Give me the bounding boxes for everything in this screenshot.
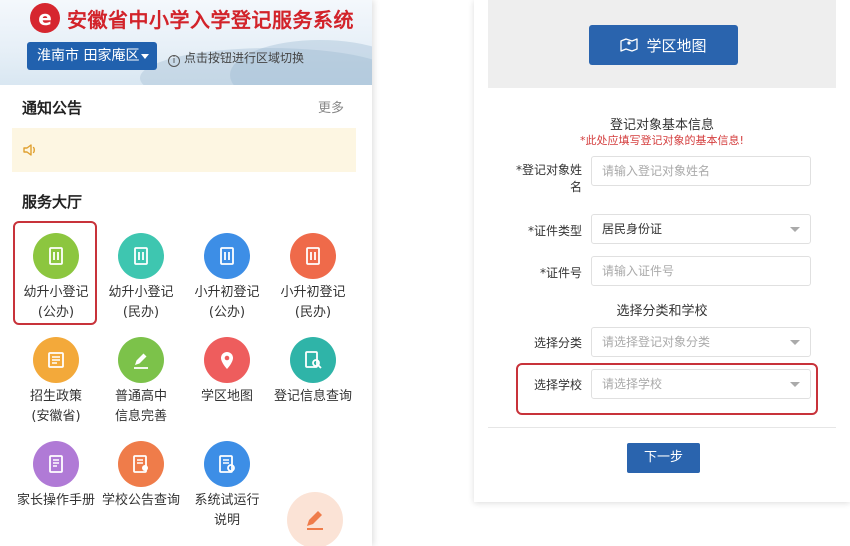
region-select-button[interactable]: 淮南市 田家庵区 bbox=[27, 42, 157, 70]
name-input[interactable]: 请输入登记对象姓名 bbox=[591, 156, 811, 186]
pencil-icon bbox=[118, 337, 164, 383]
region-tip-text: 点击按钮进行区域切换 bbox=[184, 51, 305, 65]
service-tile-label: 小升初登记 (公办) bbox=[184, 283, 270, 323]
id-number-input[interactable]: 请输入证件号 bbox=[591, 256, 811, 286]
app-logo-icon: e bbox=[30, 3, 60, 33]
id-type-label: *证件类型 bbox=[527, 224, 582, 238]
map-panel: 学区地图 bbox=[488, 0, 836, 88]
region-switch-tip: i 点击按钮进行区域切换 bbox=[168, 49, 304, 67]
service-tile-label-line1: 系统试运行 bbox=[194, 493, 260, 508]
service-tile-label: 招生政策 (安徽省) bbox=[13, 387, 99, 427]
id-type-value: 居民身份证 bbox=[602, 222, 663, 236]
id-number-label: *证件号 bbox=[539, 266, 582, 280]
registration-form: 登记对象基本信息 *此处应填写登记对象的基本信息! *登记对象姓 名 请输入登记… bbox=[488, 104, 836, 434]
service-hall-title: 服务大厅 bbox=[22, 193, 83, 211]
service-tile-label: 普通高中 信息完善 bbox=[98, 387, 184, 427]
book-icon bbox=[204, 233, 250, 279]
region-select-label: 淮南市 田家庵区 bbox=[37, 48, 140, 64]
service-tile-label: 学区地图 bbox=[184, 387, 270, 407]
book-icon bbox=[118, 233, 164, 279]
service-tile[interactable]: 学区地图 bbox=[184, 325, 270, 429]
settings-doc-icon bbox=[204, 441, 250, 487]
service-tile-label: 系统试运行 说明 bbox=[184, 491, 270, 531]
category-section-title: 选择分类和学校 bbox=[616, 304, 708, 319]
service-tile-label-line2: (公办) bbox=[208, 305, 246, 320]
district-map-label: 学区地图 bbox=[646, 36, 707, 55]
chevron-down-icon bbox=[141, 54, 149, 59]
floating-edit-button[interactable] bbox=[287, 492, 343, 546]
notice-more-link[interactable]: 更多 bbox=[318, 97, 344, 116]
service-tile[interactable]: 小升初登记 (公办) bbox=[184, 221, 270, 325]
book-icon bbox=[290, 233, 336, 279]
left-phone-screen: e 安徽省中小学入学登记服务系统 淮南市 田家庵区 i 点击按钮进行区域切换 通知… bbox=[0, 0, 372, 546]
search-doc-icon bbox=[290, 337, 336, 383]
info-icon: i bbox=[168, 55, 180, 67]
chevron-down-icon bbox=[790, 227, 800, 232]
service-tile-label-line2: (安徽省) bbox=[31, 409, 81, 424]
notice-doc-icon bbox=[118, 441, 164, 487]
service-tile-label-line1: 幼升小登记 bbox=[108, 285, 174, 300]
service-tile-label-line1: 学校公告查询 bbox=[101, 493, 180, 508]
pencil-icon bbox=[307, 511, 323, 530]
service-tile-label-line1: 招生政策 bbox=[29, 389, 82, 404]
service-tile-label: 幼升小登记 (民办) bbox=[98, 283, 184, 323]
category-select[interactable]: 请选择登记对象分类 bbox=[591, 327, 811, 357]
service-tile[interactable]: 家长操作手册 bbox=[13, 429, 99, 533]
manual-icon bbox=[33, 441, 79, 487]
service-tile-label: 登记信息查询 bbox=[270, 387, 356, 407]
name-label-line1: *登记对象姓 bbox=[515, 163, 582, 177]
service-tile-label: 家长操作手册 bbox=[13, 491, 99, 511]
service-tile[interactable]: 招生政策 (安徽省) bbox=[13, 325, 99, 429]
next-step-button[interactable]: 下一步 bbox=[627, 443, 700, 473]
service-tile[interactable]: 小升初登记 (民办) bbox=[270, 221, 356, 325]
chevron-down-icon bbox=[790, 340, 800, 345]
basic-info-title: 登记对象基本信息 bbox=[609, 118, 714, 133]
service-tile-label-line2: 信息完善 bbox=[114, 409, 167, 424]
right-phone-screen: 学区地图 登记对象基本信息 *此处应填写登记对象的基本信息! *登记对象姓 名 … bbox=[474, 0, 850, 502]
service-tile-label-line2: (民办) bbox=[294, 305, 332, 320]
service-tile-label-line1: 小升初登记 bbox=[194, 285, 260, 300]
map-icon bbox=[620, 38, 639, 52]
name-label: *登记对象姓 名 bbox=[496, 162, 582, 196]
speaker-icon bbox=[23, 144, 35, 156]
category-label: 选择分类 bbox=[533, 336, 582, 350]
service-tile[interactable]: 学校公告查询 bbox=[98, 429, 184, 533]
service-tile-label-line1: 普通高中 bbox=[114, 389, 167, 404]
district-map-button[interactable]: 学区地图 bbox=[589, 25, 738, 65]
divider bbox=[488, 427, 836, 428]
service-tile-label-line2: (民办) bbox=[122, 305, 160, 320]
map-pin-icon bbox=[204, 337, 250, 383]
service-tile-label-line2: 说明 bbox=[213, 513, 240, 528]
service-tile[interactable]: 幼升小登记 (民办) bbox=[98, 221, 184, 325]
category-placeholder: 请选择登记对象分类 bbox=[602, 335, 711, 349]
notice-section-title: 通知公告 bbox=[22, 99, 83, 117]
highlight-box bbox=[516, 363, 818, 415]
service-tile[interactable]: 普通高中 信息完善 bbox=[98, 325, 184, 429]
basic-info-hint: *此处应填写登记对象的基本信息! bbox=[580, 134, 744, 147]
service-tile-label-line1: 小升初登记 bbox=[280, 285, 346, 300]
name-label-line2: 名 bbox=[569, 180, 582, 194]
newspaper-icon bbox=[33, 337, 79, 383]
header-banner: e 安徽省中小学入学登记服务系统 淮南市 田家庵区 i 点击按钮进行区域切换 bbox=[0, 0, 372, 85]
service-tile-label: 学校公告查询 bbox=[98, 491, 184, 511]
highlight-box bbox=[13, 221, 97, 325]
id-type-select[interactable]: 居民身份证 bbox=[591, 214, 811, 244]
service-tile-label: 小升初登记 (民办) bbox=[270, 283, 356, 323]
service-tile[interactable]: 系统试运行 说明 bbox=[184, 429, 270, 533]
service-tile[interactable]: 登记信息查询 bbox=[270, 325, 356, 429]
service-tile-label-line1: 学区地图 bbox=[200, 389, 253, 404]
notice-ticker[interactable] bbox=[12, 128, 356, 172]
service-tile-label-line1: 登记信息查询 bbox=[273, 389, 352, 404]
service-tile-label-line1: 家长操作手册 bbox=[16, 493, 95, 508]
system-title: 安徽省中小学入学登记服务系统 bbox=[67, 8, 354, 32]
